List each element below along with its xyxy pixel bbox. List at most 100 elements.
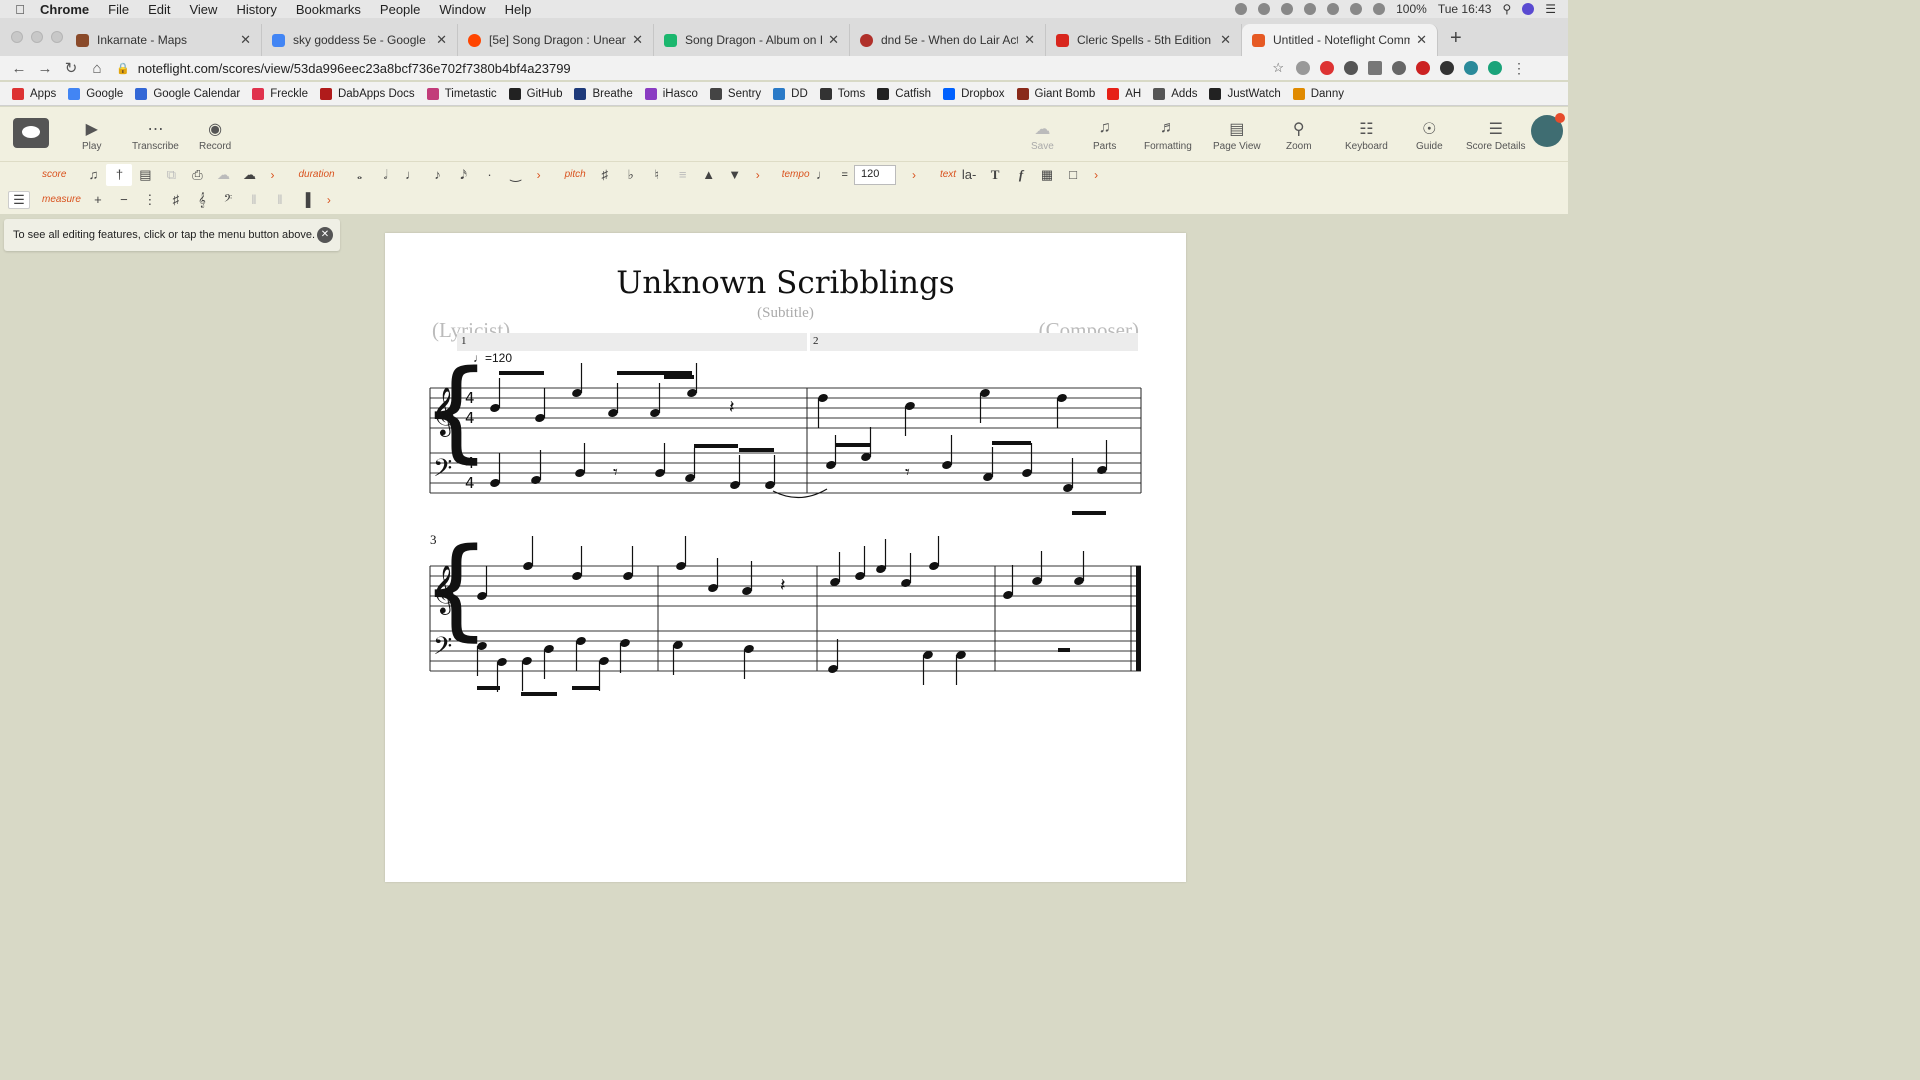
menu-window[interactable]: Window (439, 2, 485, 17)
text-icon[interactable]: T (982, 167, 1008, 183)
bookmark-13[interactable]: Dropbox (943, 87, 1005, 100)
cloud-upload-icon[interactable]: ☁ (210, 167, 236, 183)
bookmark-18[interactable]: Danny (1292, 87, 1344, 100)
tab-cleric-spells[interactable]: Cleric Spells - 5th Edition SRD✕ (1046, 24, 1242, 56)
formatting-button[interactable]: ♬ Formatting (1144, 119, 1192, 152)
bookmark-10[interactable]: DD (773, 87, 808, 100)
wifi-icon[interactable] (1350, 3, 1363, 15)
dot-icon[interactable]: · (477, 167, 503, 182)
tab-stackexchange[interactable]: dnd 5e - When do Lair Actions✕ (850, 24, 1046, 56)
address-bar[interactable]: 🔒 noteflight.com/scores/view/53da996eec2… (116, 57, 1284, 79)
menu-view[interactable]: View (189, 2, 217, 17)
close-tab-icon[interactable]: ✕ (632, 32, 643, 48)
lock-icon[interactable]: 🔒 (116, 62, 130, 75)
tab-imgur[interactable]: Song Dragon - Album on Imgur✕ (654, 24, 850, 56)
rehearsal-mark-icon[interactable]: □ (1060, 167, 1086, 182)
sixteenth-note-icon[interactable]: 𝅘𝅥𝅯 (451, 167, 477, 183)
record-button[interactable]: ◉ Record (199, 119, 231, 152)
quarter-note-icon[interactable]: ♩ (399, 167, 425, 182)
close-tab-icon[interactable]: ✕ (1220, 32, 1231, 48)
respell-icon[interactable]: ≡ (670, 167, 696, 182)
menu-app-name[interactable]: Chrome (40, 2, 89, 17)
menu-help[interactable]: Help (505, 2, 532, 17)
close-notice-icon[interactable]: ✕ (317, 227, 333, 243)
back-icon[interactable]: ← (6, 60, 32, 77)
url-text[interactable]: noteflight.com/scores/view/53da996eec23a… (138, 61, 571, 76)
bookmark-4[interactable]: DabApps Docs (319, 87, 415, 100)
grid-extension-icon[interactable] (1368, 61, 1382, 75)
reload-icon[interactable]: ↻ (58, 59, 84, 77)
bookmark-8[interactable]: iHasco (644, 87, 698, 100)
zoom-button[interactable]: ⚲ Zoom (1286, 119, 1312, 152)
key-signature-icon[interactable]: ♯ (163, 192, 189, 207)
spotlight-icon[interactable]: ⚲ (1502, 2, 1511, 16)
airplay-icon[interactable] (1281, 3, 1294, 15)
bookmark-3[interactable]: Freckle (252, 87, 308, 100)
tempo-note-icon[interactable]: ♩ (810, 167, 836, 182)
cloud-download-icon[interactable]: ☁ (236, 167, 262, 183)
minimize-window-button[interactable] (31, 31, 43, 43)
final-barline-icon[interactable]: ▐ (293, 192, 319, 207)
tab-reddit[interactable]: [5e] Song Dragon : Unearthed✕ (458, 24, 654, 56)
close-tab-icon[interactable]: ✕ (240, 32, 251, 48)
bookmark-1[interactable]: Google (68, 87, 123, 100)
menu-bookmarks[interactable]: Bookmarks (296, 2, 361, 17)
transcribe-button[interactable]: ⋯ Transcribe (132, 119, 179, 152)
siri-icon[interactable] (1522, 3, 1535, 15)
treble-clef-icon[interactable]: 𝄞 (189, 192, 215, 208)
volume-icon[interactable] (1373, 3, 1386, 15)
eighth-note-icon[interactable]: ♪ (425, 167, 451, 182)
close-window-button[interactable] (11, 31, 23, 43)
close-tab-icon[interactable]: ✕ (1024, 32, 1035, 48)
print-icon[interactable]: ⎙ (184, 167, 210, 183)
bookmark-12[interactable]: Catfish (877, 87, 931, 100)
flat-icon[interactable]: ♭ (618, 167, 644, 183)
dynamics-icon[interactable]: f (1008, 167, 1034, 183)
lyric-icon[interactable]: la- (956, 167, 982, 182)
extension-icon[interactable] (1296, 61, 1310, 75)
user-avatar[interactable] (1531, 113, 1565, 147)
music-notation[interactable]: {𝄞𝄢4444𝄽𝄾 𝄾{𝄞𝄢𝄽 (385, 233, 1186, 713)
tuning-fork-icon[interactable]: † (106, 163, 133, 186)
menu-edit[interactable]: Edit (148, 2, 170, 17)
more-pitch-icon[interactable]: › (748, 168, 768, 182)
extension-icon[interactable] (1392, 61, 1406, 75)
forward-icon[interactable]: → (32, 60, 58, 77)
more-duration-icon[interactable]: › (529, 168, 549, 182)
half-note-icon[interactable]: 𝅗𝅥 (373, 167, 399, 183)
more-text-icon[interactable]: › (1086, 168, 1106, 182)
pitch-up-icon[interactable]: ▲ (696, 167, 722, 182)
score-setup-icon[interactable]: ▤ (132, 167, 158, 183)
repeat-barline-icon[interactable]: ‖ (267, 192, 293, 207)
keyboard-icon[interactable] (1327, 3, 1340, 15)
bookmark-9[interactable]: Sentry (709, 87, 761, 100)
profile-avatar-icon[interactable] (1488, 61, 1502, 75)
sharp-icon[interactable]: ♯ (592, 167, 618, 182)
remove-measure-icon[interactable]: − (111, 192, 137, 207)
hamburger-menu-icon[interactable]: ☰ (8, 190, 30, 209)
apple-icon[interactable]:  (0, 2, 40, 17)
more-measure-icon[interactable]: › (319, 193, 339, 207)
menu-file[interactable]: File (108, 2, 129, 17)
bluetooth-icon[interactable] (1304, 3, 1317, 15)
close-tab-icon[interactable]: ✕ (1416, 32, 1427, 48)
home-icon[interactable]: ⌂ (84, 60, 110, 77)
battery-percent[interactable]: 100% (1396, 2, 1427, 16)
bookmark-0[interactable]: Apps (12, 87, 56, 100)
tab-noteflight[interactable]: Untitled - Noteflight Communit✕ (1242, 24, 1438, 56)
onepassword-icon[interactable] (1344, 61, 1358, 75)
save-button[interactable]: ☁ Save (1031, 119, 1054, 152)
tie-icon[interactable]: ‿ (503, 167, 529, 183)
tempo-input[interactable]: 120 (853, 164, 896, 185)
adblock-icon[interactable] (1320, 61, 1334, 75)
bookmark-star-icon[interactable]: ☆ (1272, 60, 1284, 76)
clock[interactable]: Tue 16:43 (1438, 2, 1492, 16)
natural-icon[interactable]: ♮ (644, 167, 670, 183)
bookmark-6[interactable]: GitHub (508, 87, 562, 100)
double-barline-icon[interactable]: ‖ (241, 192, 267, 207)
guide-button[interactable]: ☉ Guide (1416, 119, 1443, 152)
noteflight-logo-icon[interactable] (13, 118, 49, 148)
tab-inkarnate[interactable]: Inkarnate - Maps ✕ (66, 24, 262, 56)
copy-score-icon[interactable]: ⧉ (158, 167, 184, 183)
chord-grid-icon[interactable]: ▦ (1034, 167, 1060, 183)
